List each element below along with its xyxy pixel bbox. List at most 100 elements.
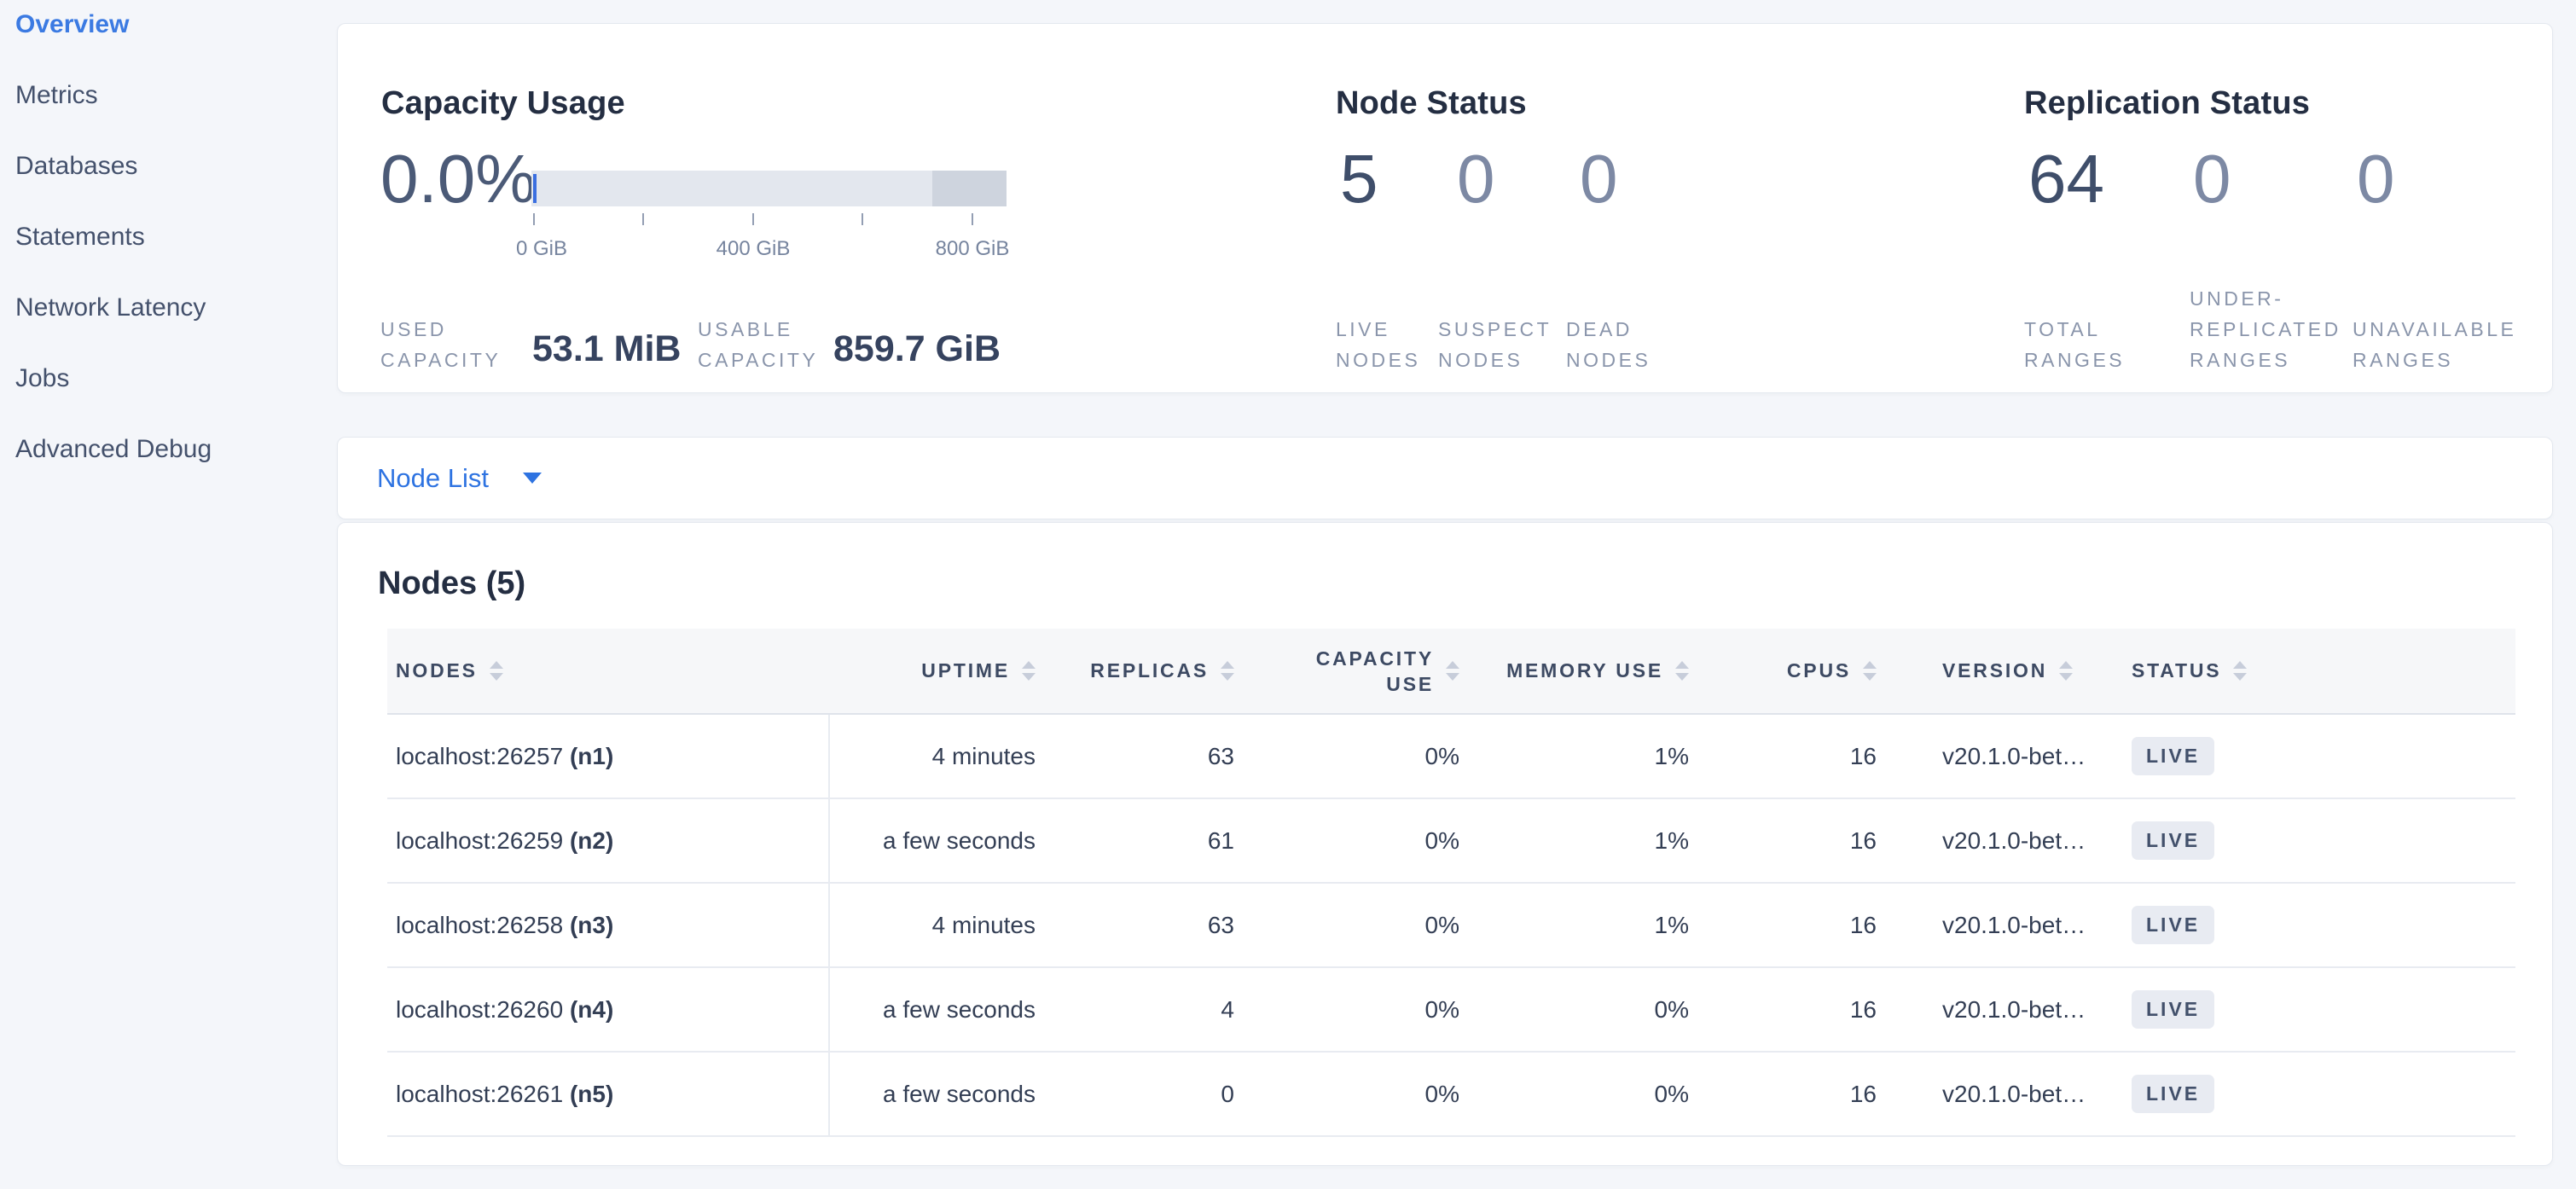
used-capacity-label: USED CAPACITY [380, 314, 504, 375]
node-address[interactable]: localhost:26257 [396, 743, 563, 769]
capacity-use-cell: 0% [1243, 714, 1468, 798]
node-address-cell[interactable]: localhost:26259 (n2) [387, 798, 829, 883]
live-nodes-count: 5 [1340, 143, 1378, 215]
capacity-bar-right-segment [932, 171, 1007, 206]
uptime-cell: a few seconds [829, 798, 1044, 883]
capacity-use-cell: 0% [1243, 967, 1468, 1052]
memory-use-cell: 0% [1468, 1052, 1697, 1136]
column-header-label: STATUS [2132, 659, 2221, 682]
axis-tick [533, 213, 535, 225]
axis-tick-label: 0 GiB [516, 237, 567, 261]
table-row: localhost:26261 (n5) a few seconds 0 0% … [387, 1052, 2515, 1136]
used-capacity-value: 53.1 MiB [532, 328, 681, 370]
main-content: Capacity Usage 0.0% 0 GiB 400 GiB 800 Gi… [337, 0, 2576, 1189]
sidebar-item-databases[interactable]: Databases [15, 154, 337, 179]
sidebar-item-overview[interactable]: Overview [15, 12, 337, 38]
sidebar-item-advanced-debug[interactable]: Advanced Debug [15, 437, 337, 462]
node-address[interactable]: localhost:26261 [396, 1081, 563, 1107]
capacity-used-percent: 0.0% [380, 143, 536, 215]
axis-tick [862, 213, 863, 225]
column-header-memory-use[interactable]: MEMORY USE [1468, 629, 1697, 714]
status-badge: LIVE [2132, 737, 2214, 775]
column-header-capacity-use[interactable]: CAPACITY USE [1243, 629, 1468, 714]
table-header-row: NODES UPTIME REPLICAS CAPACITY USE MEMOR [387, 629, 2515, 714]
sidebar-item-jobs[interactable]: Jobs [15, 366, 337, 392]
cpus-cell: 16 [1697, 714, 1885, 798]
sort-icon [1675, 661, 1689, 681]
live-nodes-label: LIVE NODES [1336, 314, 1434, 375]
column-header-uptime[interactable]: UPTIME [829, 629, 1044, 714]
axis-tick [752, 213, 754, 225]
version-cell: v20.1.0-bet… [1885, 883, 2128, 967]
sidebar-item-network-latency[interactable]: Network Latency [15, 295, 337, 321]
uptime-cell: 4 minutes [829, 714, 1044, 798]
node-address-cell[interactable]: localhost:26260 (n4) [387, 967, 829, 1052]
column-header-label: MEMORY USE [1506, 659, 1663, 682]
axis-tick-label: 400 GiB [717, 237, 791, 261]
status-cell: LIVE [2128, 967, 2515, 1052]
capacity-bar-axis: 0 GiB 400 GiB 800 GiB [531, 213, 1007, 273]
axis-tick-label: 800 GiB [936, 237, 1010, 261]
sort-icon [1022, 661, 1036, 681]
sidebar-nav: Overview Metrics Databases Statements Ne… [15, 12, 337, 462]
replicas-cell: 0 [1044, 1052, 1243, 1136]
uptime-cell: 4 minutes [829, 883, 1044, 967]
memory-use-cell: 1% [1468, 714, 1697, 798]
column-header-label: UPTIME [921, 659, 1010, 682]
node-address[interactable]: localhost:26260 [396, 996, 563, 1023]
status-cell: LIVE [2128, 798, 2515, 883]
memory-use-cell: 1% [1468, 798, 1697, 883]
node-address[interactable]: localhost:26259 [396, 827, 563, 854]
node-list-dropdown-label: Node List [377, 463, 489, 494]
node-id: (n1) [570, 743, 613, 769]
admin-ui-page: Overview Metrics Databases Statements Ne… [0, 0, 2576, 1189]
column-header-version[interactable]: VERSION [1885, 629, 2128, 714]
replication-status-title: Replication Status [2024, 85, 2310, 122]
column-header-label: VERSION [1942, 659, 2047, 682]
column-header-label: CAPACITY USE [1314, 646, 1434, 697]
sidebar-item-metrics[interactable]: Metrics [15, 83, 337, 108]
version-cell: v20.1.0-bet… [1885, 798, 2128, 883]
unavailable-ranges-label: UNAVAILABLE RANGES [2353, 314, 2557, 375]
status-badge: LIVE [2132, 990, 2214, 1029]
node-id: (n3) [570, 912, 613, 938]
version-cell: v20.1.0-bet… [1885, 1052, 2128, 1136]
node-id: (n5) [570, 1081, 613, 1107]
axis-tick [642, 213, 644, 225]
under-replicated-ranges-label: UNDER-REPLICATED RANGES [2190, 283, 2360, 375]
replicas-cell: 63 [1044, 714, 1243, 798]
replicas-cell: 61 [1044, 798, 1243, 883]
under-replicated-ranges-count: 0 [2193, 143, 2231, 215]
status-badge: LIVE [2132, 906, 2214, 944]
total-ranges-label: TOTAL RANGES [2024, 314, 2161, 375]
column-header-nodes[interactable]: NODES [387, 629, 829, 714]
status-badge: LIVE [2132, 1075, 2214, 1113]
capacity-use-cell: 0% [1243, 798, 1468, 883]
column-header-label: CPUS [1787, 659, 1851, 682]
sort-icon [2059, 661, 2073, 681]
version-cell: v20.1.0-bet… [1885, 714, 2128, 798]
dead-nodes-count: 0 [1580, 143, 1618, 215]
sidebar-item-statements[interactable]: Statements [15, 224, 337, 250]
unavailable-ranges-count: 0 [2357, 143, 2395, 215]
total-ranges-count: 64 [2028, 143, 2104, 215]
usable-capacity-label: USABLE CAPACITY [698, 314, 830, 375]
nodes-section-title: Nodes (5) [378, 566, 525, 602]
nodes-table-card: Nodes (5) NODES UPTIME RE [337, 522, 2553, 1166]
replicas-cell: 4 [1044, 967, 1243, 1052]
node-address[interactable]: localhost:26258 [396, 912, 563, 938]
node-address-cell[interactable]: localhost:26258 (n3) [387, 883, 829, 967]
status-cell: LIVE [2128, 714, 2515, 798]
column-header-cpus[interactable]: CPUS [1697, 629, 1885, 714]
column-header-replicas[interactable]: REPLICAS [1044, 629, 1243, 714]
cpus-cell: 16 [1697, 883, 1885, 967]
usable-capacity-value: 859.7 GiB [833, 328, 1001, 370]
node-address-cell[interactable]: localhost:26257 (n1) [387, 714, 829, 798]
sort-icon [2233, 661, 2247, 681]
node-address-cell[interactable]: localhost:26261 (n5) [387, 1052, 829, 1136]
chevron-down-icon [523, 473, 542, 484]
node-list-dropdown[interactable]: Node List [337, 437, 2553, 519]
column-header-status[interactable]: STATUS [2128, 629, 2515, 714]
memory-use-cell: 1% [1468, 883, 1697, 967]
capacity-bar-used-marker [533, 174, 537, 203]
